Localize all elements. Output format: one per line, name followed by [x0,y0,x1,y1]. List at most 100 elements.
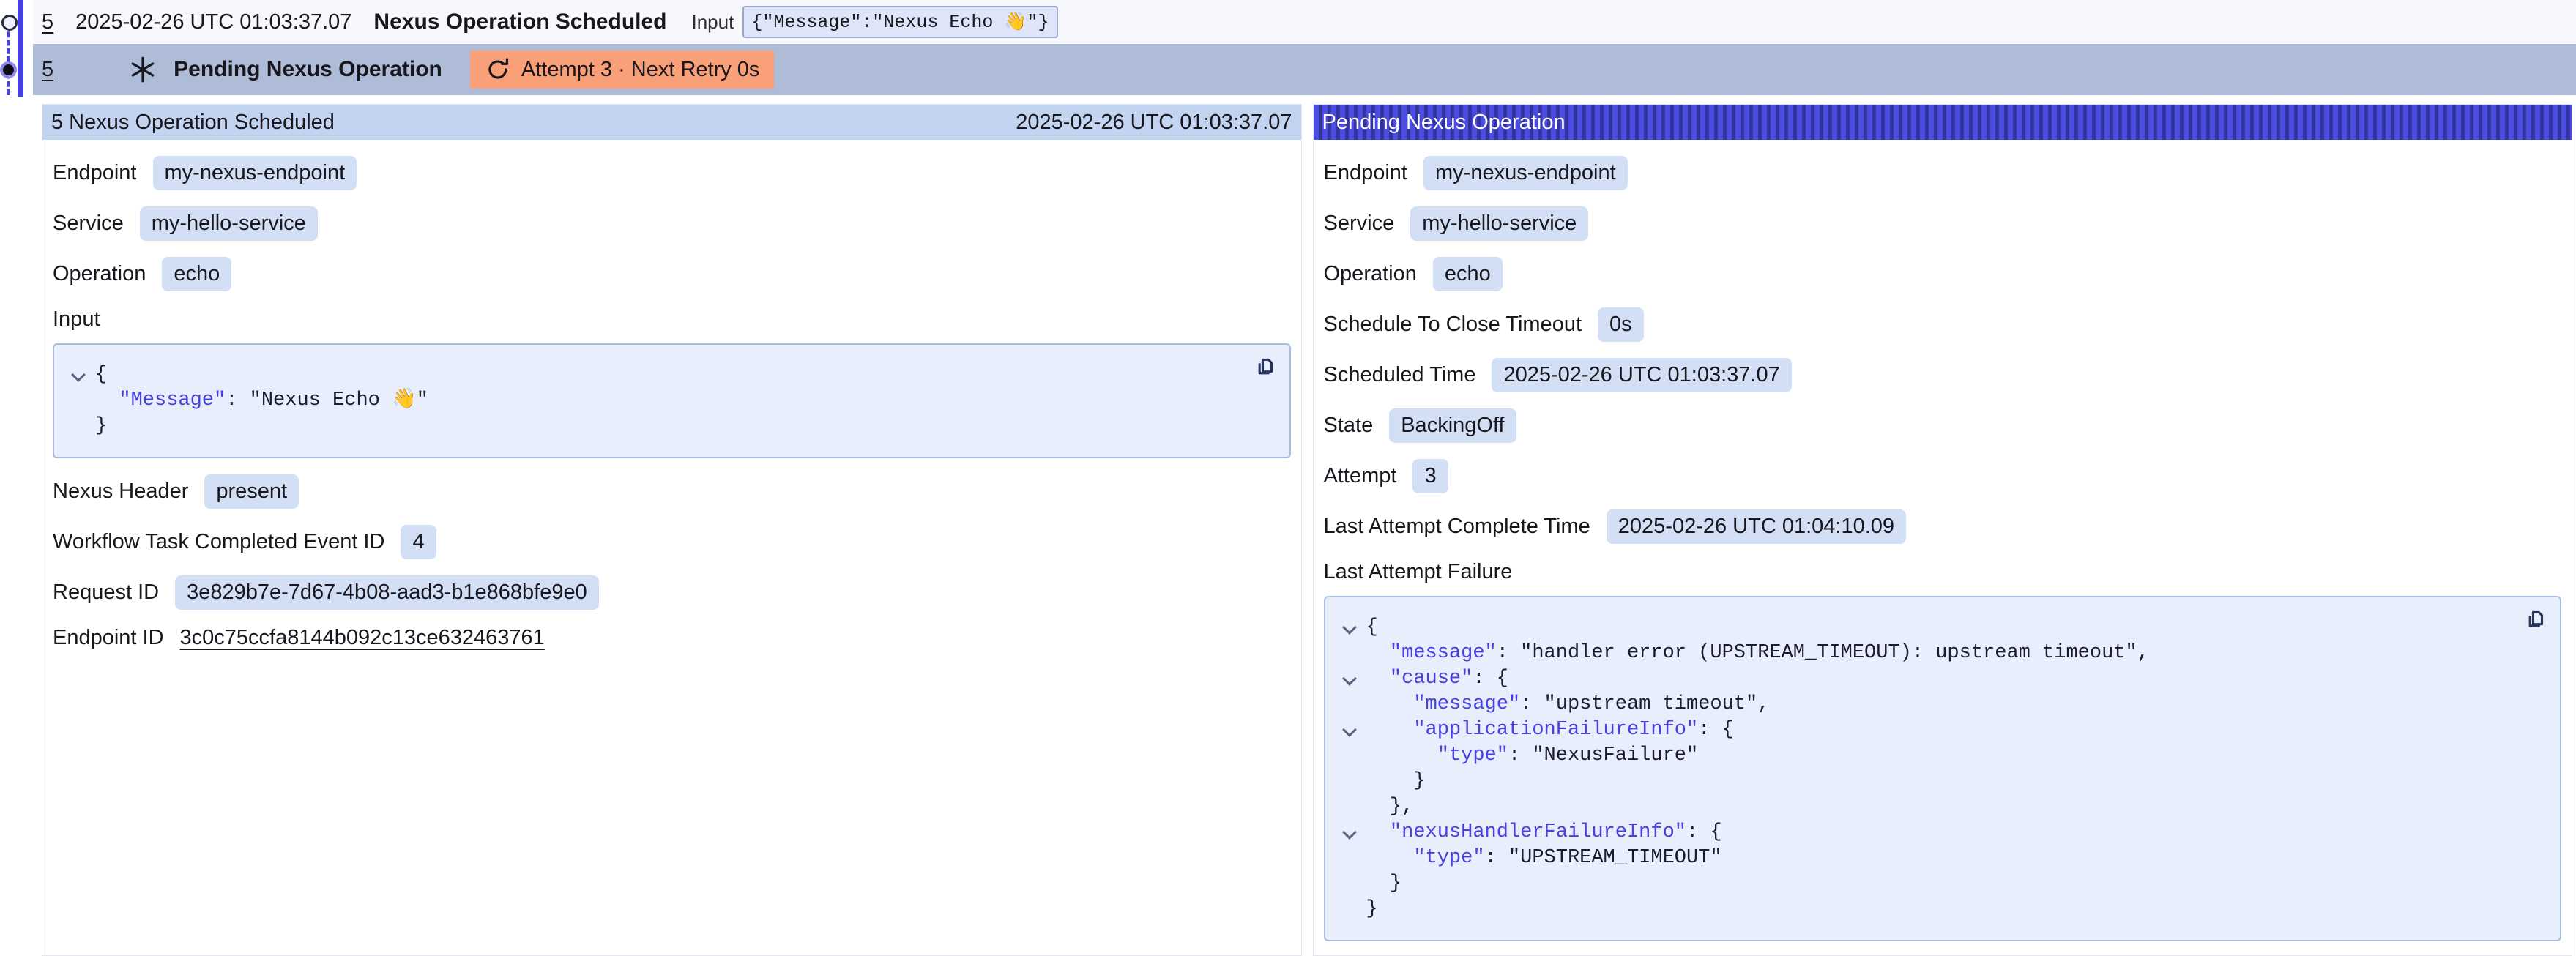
code-line: "cause": { [1333,666,2546,692]
collapse-chevron-icon[interactable] [71,367,86,382]
code-line: { [1333,615,2546,641]
field-label: Endpoint ID [53,626,164,650]
pending-operation-row[interactable]: 5 Pending Nexus Operation Attempt 3 · Ne… [33,44,2576,95]
pending-operation-panel: Pending Nexus Operation Endpoint my-nexus… [1313,104,2573,956]
code-line-text: "type": "UPSTREAM_TIMEOUT" [1366,845,1722,871]
code-line-gutter [1333,743,1366,769]
code-line: } [62,414,1275,439]
code-line-gutter [62,362,95,388]
scheduled-event-panel: 5 Nexus Operation Scheduled 2025-02-26 U… [42,104,1302,956]
code-line-text: "Message": "Nexus Echo 👋" [95,388,428,414]
field-label: Operation [53,262,146,286]
pending-panel-header: Pending Nexus Operation [1314,105,2572,140]
event-title: Nexus Operation Scheduled [373,10,666,34]
collapse-chevron-icon[interactable] [1342,671,1357,686]
field-label: Schedule To Close Timeout [1324,313,1582,337]
field-value-link[interactable]: 3c0c75ccfa8144b092c13ce632463761 [180,626,545,650]
code-line: "message": "upstream timeout", [1333,692,2546,717]
code-line-gutter [1333,692,1366,717]
field-value-badge: BackingOff [1389,408,1516,443]
event-row-scheduled[interactable]: 5 2025-02-26 UTC 01:03:37.07 Nexus Opera… [33,0,2576,44]
code-line-gutter [1333,871,1366,897]
code-line-gutter [1333,769,1366,794]
pending-id-link[interactable]: 5 [42,58,53,82]
pending-panel-title: Pending Nexus Operation [1322,111,1566,135]
open-circle-icon [1,15,18,31]
code-line-gutter [1333,845,1366,871]
field-label: State [1324,414,1374,438]
collapse-chevron-icon[interactable] [1342,825,1357,840]
field-state: State BackingOff [1324,408,2562,443]
pending-panel-body: Endpoint my-nexus-endpoint Service my-hello… [1314,140,2572,956]
code-line: "type": "UPSTREAM_TIMEOUT" [1333,845,2546,871]
code-line-text: "applicationFailureInfo": { [1366,717,1734,743]
code-line: } [1333,871,2546,897]
field-label: Endpoint [53,161,137,185]
field-label: Scheduled Time [1324,363,1476,387]
code-line-text: "message": "upstream timeout", [1366,692,1770,717]
field-scheduled-time: Scheduled Time 2025-02-26 UTC 01:03:37.07 [1324,358,2562,392]
timeline-dashed-line [7,23,10,95]
collapse-chevron-icon[interactable] [1342,722,1357,737]
field-attempt: Attempt 3 [1324,459,2562,493]
field-operation: Operation echo [1324,257,2562,291]
field-label: Operation [1324,262,1417,286]
code-line-gutter [62,388,95,414]
filled-circle-icon [3,64,14,75]
field-operation: Operationecho [53,257,1291,291]
code-line-gutter [1333,615,1366,641]
code-line: } [1333,769,2546,794]
code-line: } [1333,897,2546,922]
code-line-text: "nexusHandlerFailureInfo": { [1366,820,1722,845]
field-value-badge: my-hello-service [1410,206,1588,241]
code-line: "type": "NexusFailure" [1333,743,2546,769]
code-line-gutter [62,414,95,439]
json-code-block: { "message": "handler error (UPSTREAM_TI… [1324,596,2562,941]
code-line: "nexusHandlerFailureInfo": { [1333,820,2546,845]
field-value-badge: echo [1433,257,1503,291]
field-label: Last Attempt Complete Time [1324,515,1590,539]
code-line-text: } [1366,871,1402,897]
field-value-badge: 3 [1412,459,1448,493]
code-line-text: { [95,362,107,388]
collapse-chevron-icon[interactable] [1342,620,1357,635]
field-value-badge: my-nexus-endpoint [1423,156,1628,190]
code-line-gutter [1333,666,1366,692]
event-id-link[interactable]: 5 [42,10,53,34]
code-line: }, [1333,794,2546,820]
field-endpoint: Endpoint my-nexus-endpoint [1324,156,2562,190]
timeline-solid-bar [18,0,23,97]
scheduled-panel-header: 5 Nexus Operation Scheduled 2025-02-26 U… [42,105,1301,140]
field-label: Nexus Header [53,479,188,504]
field-value-badge: 3e829b7e-7d67-4b08-aad3-b1e868bfe9e0 [175,575,599,610]
field-value-badge: 2025-02-26 UTC 01:03:37.07 [1492,358,1791,392]
field-request-id: Request ID3e829b7e-7d67-4b08-aad3-b1e868… [53,575,1291,610]
field-nexus-header: Nexus Headerpresent [53,474,1291,509]
field-label: Endpoint [1324,161,1408,185]
code-line-gutter [1333,897,1366,922]
field-label: Attempt [1324,464,1397,488]
field-label: Service [53,212,124,236]
field-label: Input [53,307,1291,332]
retry-badge-label: Attempt 3 · Next Retry 0s [521,58,760,82]
code-line-text: } [1366,897,1378,922]
retry-icon [485,56,511,83]
field-endpoint: Endpointmy-nexus-endpoint [53,156,1291,190]
event-detail-panels: 5 Nexus Operation Scheduled 2025-02-26 U… [42,104,2572,956]
code-line: "applicationFailureInfo": { [1333,717,2546,743]
field-schedule-to-close-timeout: Schedule To Close Timeout0s [1324,307,2562,342]
scheduled-panel-timestamp: 2025-02-26 UTC 01:03:37.07 [1016,111,1292,135]
copy-icon[interactable] [1253,355,1278,380]
scheduled-panel-body: Endpointmy-nexus-endpointServicemy-hello… [42,140,1301,673]
pending-title: Pending Nexus Operation [174,57,442,82]
copy-icon[interactable] [2523,608,2548,632]
field-service: Service my-hello-service [1324,206,2562,241]
event-input-value-badge: {"Message":"Nexus Echo 👋"} [742,6,1057,38]
code-line-text: "cause": { [1366,666,1508,692]
code-line-text: }, [1366,794,1414,820]
code-line-text: "message": "handler error (UPSTREAM_TIME… [1366,641,2149,666]
code-line-gutter [1333,641,1366,666]
code-line-text: "type": "NexusFailure" [1366,743,1699,769]
asterisk-icon [128,55,157,84]
field-label: Service [1324,212,1395,236]
